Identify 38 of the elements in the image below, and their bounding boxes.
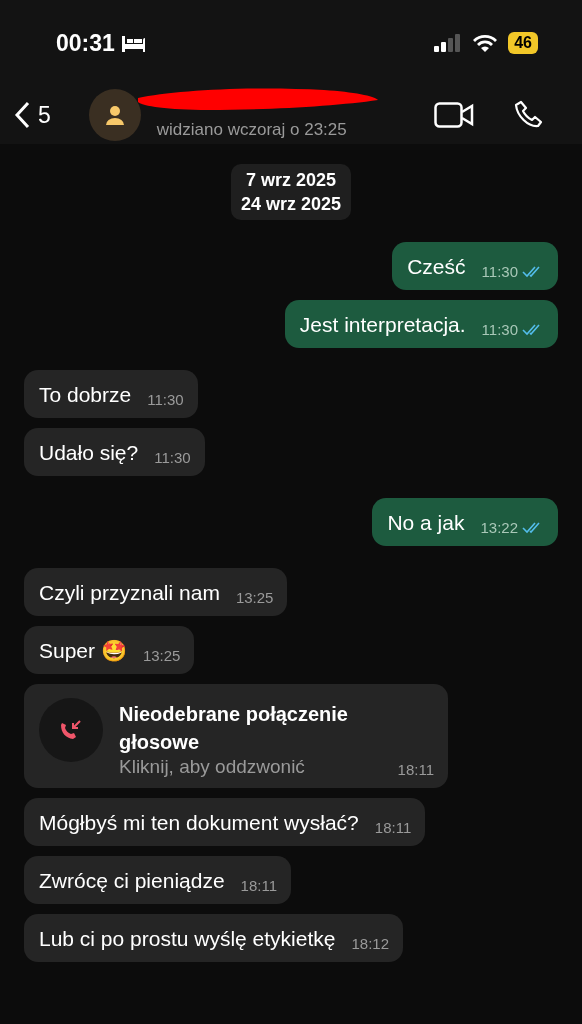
message-time: 13:25 <box>142 647 181 664</box>
bed-icon <box>120 34 147 52</box>
battery-level: 46 <box>508 32 538 54</box>
message-text: Cześć <box>407 254 466 280</box>
clock: 00:31 <box>56 29 115 57</box>
signal-icon <box>434 34 463 52</box>
message-time: 11:30 <box>481 263 518 280</box>
call-title: Nieodebrane połączenie głosowe <box>119 702 349 755</box>
wifi-icon <box>472 34 499 52</box>
message-time: 13:22 <box>480 519 518 536</box>
message-text: Udało się? <box>39 440 139 466</box>
date-label: 7 wrz 2025 <box>245 169 336 192</box>
person-icon <box>104 105 125 125</box>
video-camera-icon[interactable] <box>434 102 474 128</box>
message-text: Czyli przyznali nam <box>39 580 220 606</box>
message-text: No a jak <box>387 510 465 536</box>
message-time: 18:11 <box>240 877 278 894</box>
call-subtitle: Kliknij, aby oddzwonić <box>119 756 305 778</box>
date-label: 24 wrz 2025 <box>240 193 342 216</box>
message-text: To dobrze <box>39 382 132 408</box>
missed-call-bubble[interactable]: Nieodebrane połączenie głosowe Kliknij, aby oddzwonić 18:11 <box>24 684 448 788</box>
message-time: 18:11 <box>374 819 412 836</box>
avatar[interactable] <box>88 89 141 141</box>
message-time: 11:30 <box>147 391 184 408</box>
message-time: 11:30 <box>481 321 518 338</box>
message-text: Jest interpretacja. <box>299 312 466 338</box>
message-time: 18:11 <box>397 761 434 778</box>
back-button[interactable]: 5 <box>14 101 51 129</box>
chevron-left-icon <box>14 101 30 129</box>
last-seen: widziano wczoraj o 23:25 <box>156 120 347 139</box>
message-time: 11:30 <box>154 449 191 466</box>
message-time: 18:12 <box>351 935 390 952</box>
message-text: Mógłbyś mi ten dokument wysłać? <box>39 810 359 836</box>
message-text: Lub ci po prostu wyślę etykietkę <box>39 926 336 952</box>
message-time: 13:25 <box>235 589 274 606</box>
phone-icon[interactable] <box>514 100 544 130</box>
message-text: Zwrócę ci pieniądze <box>39 868 225 894</box>
message-text: Super 🤩 <box>39 638 127 664</box>
